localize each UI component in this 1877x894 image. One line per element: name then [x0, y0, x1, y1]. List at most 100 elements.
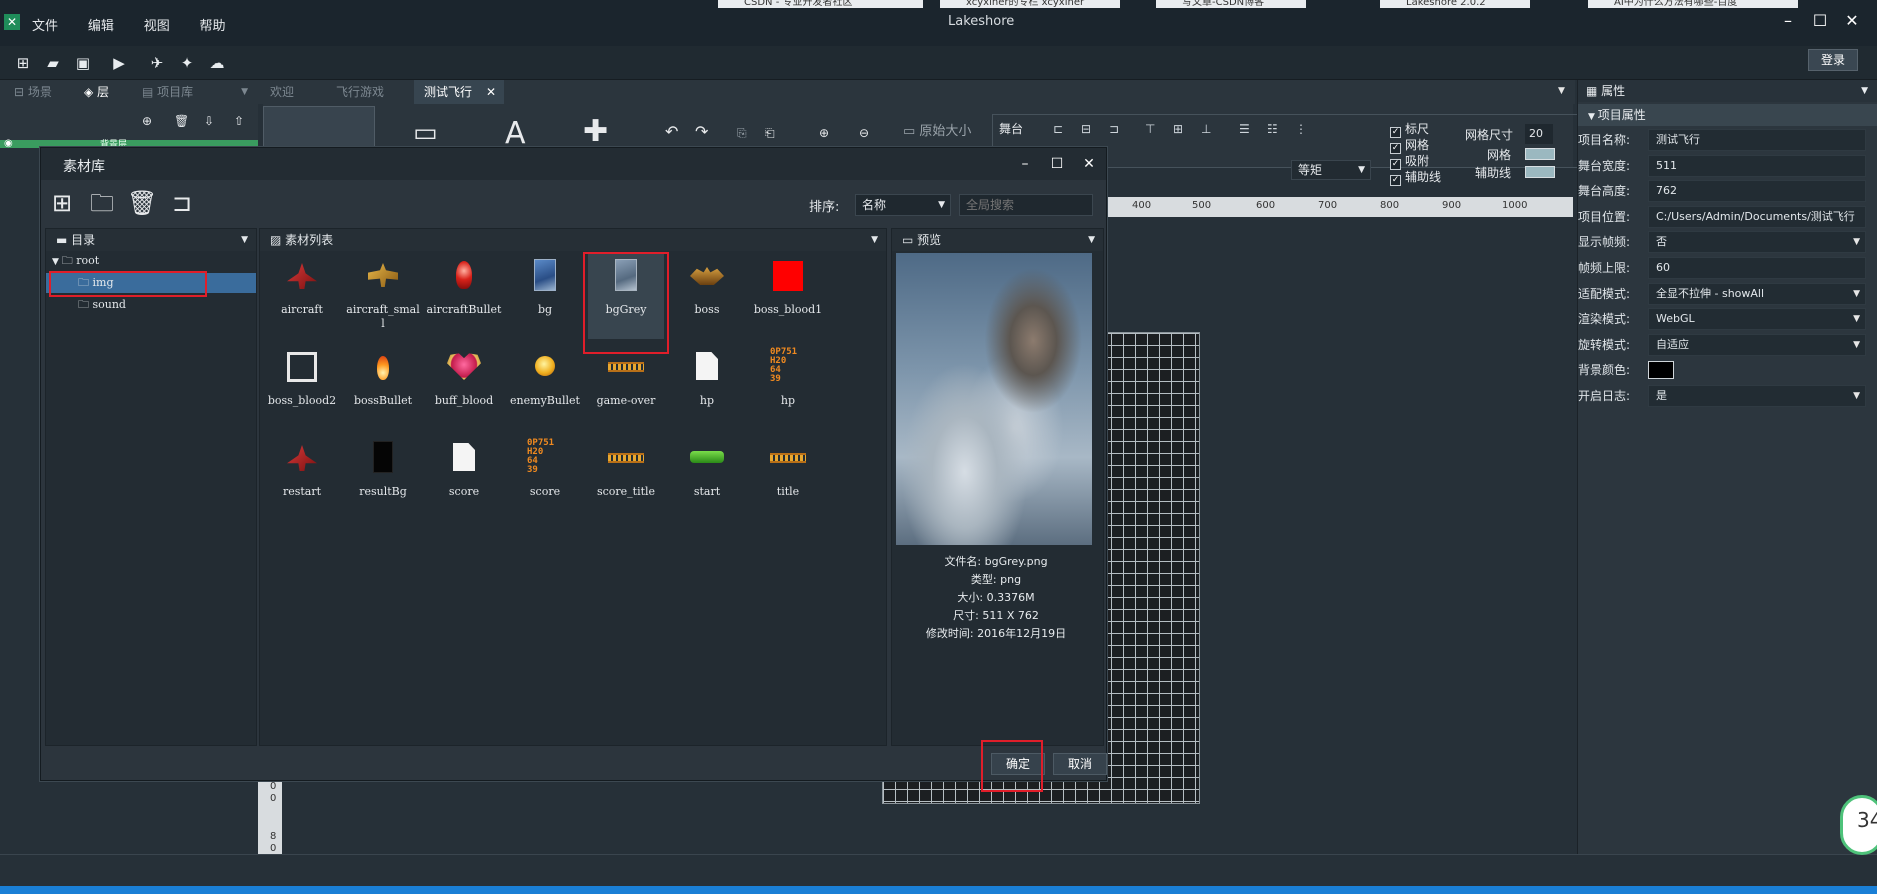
dialog-maximize-button[interactable]: ☐ — [1045, 152, 1069, 176]
prop-value[interactable]: 自适应 ▼ — [1648, 333, 1866, 356]
delete-asset-icon[interactable]: 🗑 — [127, 188, 157, 218]
prop-value[interactable]: 762 — [1648, 180, 1866, 203]
browser-tab[interactable]: xcyxiner的专栏 xcyxiner — [940, 0, 1120, 8]
background-color-swatch[interactable] — [1648, 361, 1674, 380]
menu-view[interactable]: 视图 — [144, 15, 170, 34]
chevron-down-icon[interactable]: ▼ — [241, 229, 248, 251]
play-icon[interactable]: ▶ — [110, 54, 128, 72]
dialog-close-button[interactable]: ✕ — [1077, 152, 1101, 176]
rename-asset-icon[interactable]: ⊐ — [167, 188, 197, 218]
zoom-out-icon[interactable]: ⊖ — [859, 126, 869, 140]
move-down-icon[interactable]: ⇩ — [204, 114, 214, 128]
prop-value[interactable]: 测试飞行 — [1648, 129, 1866, 151]
tab-project-library[interactable]: ▤ 项目库 ▼ — [136, 80, 254, 104]
asset-item[interactable]: aircraft — [264, 253, 340, 339]
tab-scene[interactable]: ⊟ 场景 — [8, 80, 78, 104]
asset-item[interactable]: score — [426, 435, 502, 521]
tree-node-root[interactable]: ▼ 🗀 root — [52, 251, 99, 271]
chevron-down-icon[interactable]: ▼ — [1088, 229, 1095, 251]
cancel-button[interactable]: 取消 — [1053, 753, 1107, 775]
asset-item[interactable]: restart — [264, 435, 340, 521]
cloud-upload-icon[interactable]: ☁ — [208, 54, 226, 72]
grid-color-swatch[interactable] — [1525, 148, 1555, 160]
close-button[interactable]: ✕ — [1840, 10, 1864, 34]
delete-layer-icon[interactable]: 🗑 — [174, 114, 189, 128]
image-tool-icon[interactable]: ▭ — [413, 118, 438, 148]
browser-tab[interactable]: 写文章-CSDN博客 — [1156, 0, 1306, 8]
browser-tab[interactable]: AI中为什么方法有哪些-百度 — [1588, 0, 1798, 8]
asset-item[interactable]: resultBg — [345, 435, 421, 521]
zoom-in-icon[interactable]: ⊕ — [819, 126, 829, 140]
asset-item[interactable]: score_title — [588, 435, 664, 521]
align-center-icon[interactable]: ⊟ — [1081, 122, 1091, 136]
asset-item[interactable]: aircraftBullet — [426, 253, 502, 339]
close-tab-icon[interactable]: ✕ — [486, 80, 496, 104]
distribute-v-icon[interactable]: ☷ — [1267, 122, 1278, 136]
asset-item[interactable]: game-over — [588, 344, 664, 430]
login-button[interactable]: 登录 — [1808, 49, 1858, 71]
menu-file[interactable]: 文件 — [32, 15, 58, 34]
rocket-icon[interactable]: ✈ — [148, 54, 166, 72]
paste-icon[interactable]: ⎗ — [765, 126, 775, 141]
prop-value[interactable]: 60 — [1648, 257, 1866, 279]
eye-icon[interactable]: ◉ — [4, 138, 13, 149]
align-right-icon[interactable]: ⊐ — [1109, 122, 1119, 136]
props-section-header[interactable]: ▼ 项目属性 — [1578, 104, 1877, 126]
guide-color-swatch[interactable] — [1525, 166, 1555, 178]
move-up-icon[interactable]: ⇧ — [234, 114, 244, 128]
dialog-minimize-button[interactable]: – — [1013, 152, 1037, 176]
asset-item[interactable]: start — [669, 435, 745, 521]
undo-icon[interactable]: ↶ — [665, 122, 678, 141]
asset-item[interactable]: enemyBullet — [507, 344, 583, 430]
save-icon[interactable]: ▣ — [74, 54, 92, 72]
search-input[interactable] — [959, 194, 1093, 216]
chevron-down-icon[interactable]: ▼ — [241, 80, 248, 104]
minimize-button[interactable]: – — [1776, 10, 1800, 34]
browser-tab[interactable]: CSDN - 专业开发者社区 — [718, 0, 923, 8]
prop-value[interactable]: 511 — [1648, 154, 1866, 177]
asset-item[interactable]: bg — [507, 253, 583, 339]
chevron-down-icon[interactable]: ▼ — [871, 229, 878, 251]
asset-item[interactable]: 0P751 H20 64 39 score — [507, 435, 583, 521]
asset-item[interactable]: hp — [669, 344, 745, 430]
asset-item[interactable]: aircraft_small — [345, 253, 421, 339]
maximize-button[interactable]: ☐ — [1808, 10, 1832, 34]
prop-value[interactable]: 是 ▼ — [1648, 385, 1866, 407]
chevron-down-icon[interactable]: ▼ — [1861, 80, 1868, 102]
align-bottom-icon[interactable]: ⊥ — [1201, 122, 1211, 136]
align-left-icon[interactable]: ⊏ — [1053, 122, 1063, 136]
open-folder-icon[interactable]: ▰ — [44, 54, 62, 72]
asset-item[interactable]: boss_blood1 — [750, 253, 826, 339]
align-top-icon[interactable]: ⊤ — [1145, 122, 1155, 136]
spacing-select[interactable]: 等矩 ▼ — [1291, 160, 1371, 180]
copy-icon[interactable]: ⎘ — [737, 126, 747, 141]
distribute-space-icon[interactable]: ⋮ — [1295, 122, 1307, 136]
asset-item[interactable]: 0P751 H20 64 39 hp — [750, 344, 826, 430]
tab-layer[interactable]: ◈ 层 — [78, 80, 134, 104]
plugin-icon[interactable]: ✦ — [178, 54, 196, 72]
asset-item[interactable]: boss_blood2 — [264, 344, 340, 430]
add-folder-icon[interactable]: 🗀 — [87, 188, 117, 218]
asset-item[interactable]: title — [750, 435, 826, 521]
add-asset-icon[interactable]: ⊞ — [47, 188, 77, 218]
prop-value[interactable]: 全显不拉伸 - showAll ▼ — [1648, 282, 1866, 305]
tab-test-flight[interactable]: 测试飞行 ✕ — [414, 80, 504, 104]
browser-tab[interactable]: Lakeshore 2.0.2 — [1380, 0, 1530, 8]
redo-icon[interactable]: ↷ — [695, 122, 708, 141]
tab-flight-game[interactable]: 飞行游戏 — [330, 80, 410, 104]
asset-item[interactable]: buff_blood — [426, 344, 502, 430]
add-layer-icon[interactable]: ⊕ — [142, 114, 152, 128]
menu-help[interactable]: 帮助 — [200, 15, 226, 34]
prop-value[interactable]: WebGL ▼ — [1648, 308, 1866, 331]
prop-value[interactable]: C:/Users/Admin/Documents/测试飞行 — [1648, 205, 1866, 228]
asset-item[interactable]: boss — [669, 253, 745, 339]
new-project-icon[interactable]: ⊞ — [14, 54, 32, 72]
guides-checkbox[interactable]: ✓ 辅助线 — [1390, 168, 1441, 186]
chevron-down-icon[interactable]: ▼ — [1558, 86, 1565, 96]
tab-welcome[interactable]: 欢迎 — [264, 80, 334, 104]
sort-select[interactable]: 名称 ▼ — [855, 194, 951, 216]
text-tool-icon[interactable]: A — [505, 116, 526, 151]
asset-item[interactable]: bossBullet — [345, 344, 421, 430]
grid-size-input[interactable]: 20 — [1525, 124, 1553, 144]
align-middle-icon[interactable]: ⊞ — [1173, 122, 1183, 136]
